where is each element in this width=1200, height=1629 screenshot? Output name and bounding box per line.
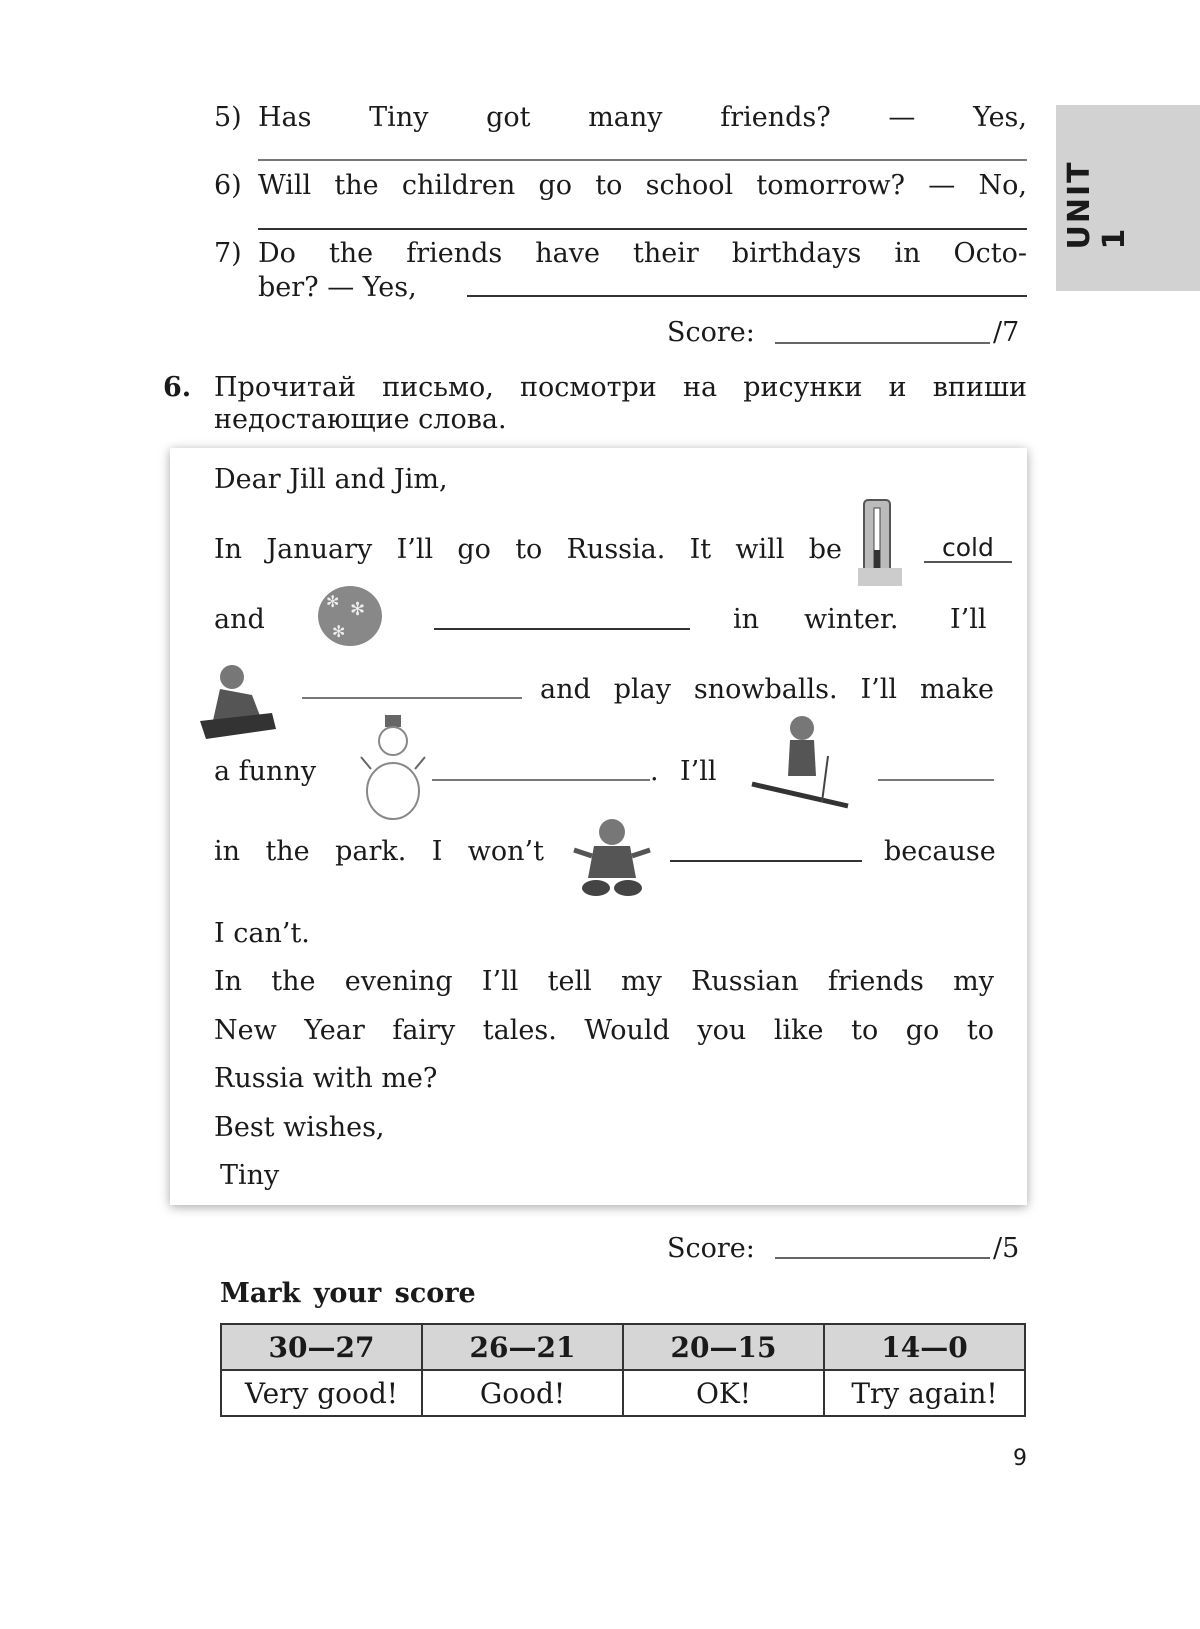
letter-closing: Best wishes, (214, 1112, 385, 1143)
word: Yes, (973, 102, 1027, 133)
grade-cell: Very good! (220, 1369, 423, 1417)
q6-answer-line[interactable] (258, 228, 1027, 230)
q7-answer-line[interactable] (467, 295, 1027, 297)
letter-line5: in the park. I won’t (214, 836, 544, 867)
letter-line4-a-funny: a funny (214, 756, 317, 787)
score-label: Score: (667, 1233, 755, 1264)
letter-line4-ill: I’ll (680, 756, 717, 787)
q5-number: 5) (214, 102, 242, 133)
answer-cold: cold (942, 533, 994, 562)
snowflakes-icon: ✻ ✻ ✻ (318, 586, 382, 646)
answer-line-cold[interactable] (924, 561, 1012, 563)
letter-line2-winter: winter. (804, 604, 899, 635)
letter-line9: Russia with me? (214, 1063, 438, 1094)
task-instruction-line2: недостающие слова. (214, 404, 507, 435)
word: Tiny (369, 102, 429, 133)
sledging-child-icon (200, 665, 276, 739)
svg-text:✻: ✻ (350, 599, 365, 620)
task-number: 6. (163, 372, 192, 403)
word: Has (258, 102, 312, 133)
letter-line2-in: in (733, 604, 760, 635)
q5-text: Has Tiny got many friends? — Yes, (258, 101, 1027, 135)
letter-line7: In the evening I’ll tell my Russian frie… (214, 966, 994, 997)
range-cell: 20—15 (622, 1323, 825, 1371)
svg-text:✻: ✻ (332, 622, 345, 641)
word: many (588, 102, 663, 133)
word: — (888, 102, 916, 133)
mark-score-title: Mark your score (220, 1278, 476, 1309)
task-instruction-line1: Прочитай письмо, посмотри на рисунки и в… (214, 372, 1027, 403)
grade-cell: OK! (622, 1369, 825, 1417)
grade-cell: Good! (421, 1369, 624, 1417)
q7-text-line1: Do the friends have their birthdays in O… (258, 238, 1027, 269)
answer-line-6[interactable] (670, 860, 862, 862)
skiing-child-icon (751, 716, 849, 809)
letter-greeting: Dear Jill and Jim, (214, 464, 448, 495)
answer-line-5[interactable] (878, 779, 994, 781)
range-cell: 30—27 (220, 1323, 423, 1371)
letter-line4-period: . (650, 756, 659, 787)
letter-line2-ill: I’ll (950, 604, 987, 635)
letter-signature: Tiny (220, 1160, 280, 1191)
answer-line-3[interactable] (302, 697, 522, 699)
letter-line5-because: because (884, 836, 996, 867)
q7-text-line2: ber? — Yes, (258, 272, 417, 303)
score-max: /7 (993, 317, 1020, 348)
snowman-icon (360, 715, 426, 820)
table-row: 30—27 26—21 20—15 14—0 (220, 1323, 1026, 1371)
word: got (486, 102, 531, 133)
score-line[interactable] (775, 1257, 990, 1259)
thermometer-icon (858, 499, 902, 586)
range-cell: 14—0 (823, 1323, 1026, 1371)
answer-line-4[interactable] (432, 779, 650, 781)
q6-number: 6) (214, 170, 242, 201)
letter-line2-and: and (214, 604, 265, 635)
svg-text:✻: ✻ (326, 592, 339, 611)
answer-line-2[interactable] (434, 628, 690, 630)
q7-number: 7) (214, 238, 242, 269)
score-max: /5 (993, 1233, 1020, 1264)
letter-line6: I can’t. (214, 918, 310, 949)
table-row: Very good! Good! OK! Try again! (220, 1369, 1026, 1417)
unit-label: UNIT 1 (1062, 160, 1132, 250)
word: friends? (720, 102, 831, 133)
letter-line1: In January I’ll go to Russia. It will be (214, 534, 842, 565)
grade-cell: Try again! (823, 1369, 1026, 1417)
sitting-child-icon (573, 819, 651, 896)
score-table: 30—27 26—21 20—15 14—0 Very good! Good! … (220, 1323, 1026, 1417)
letter-line8: New Year fairy tales. Would you like to … (214, 1015, 994, 1046)
page-number: 9 (1013, 1446, 1027, 1471)
score-label: Score: (667, 317, 755, 348)
q5-answer-line[interactable] (258, 159, 1027, 161)
letter-line3: and play snowballs. I’ll make (540, 674, 994, 705)
range-cell: 26—21 (421, 1323, 624, 1371)
q6-text: Will the children go to school tomorrow?… (258, 170, 1027, 201)
score-line[interactable] (775, 342, 990, 344)
